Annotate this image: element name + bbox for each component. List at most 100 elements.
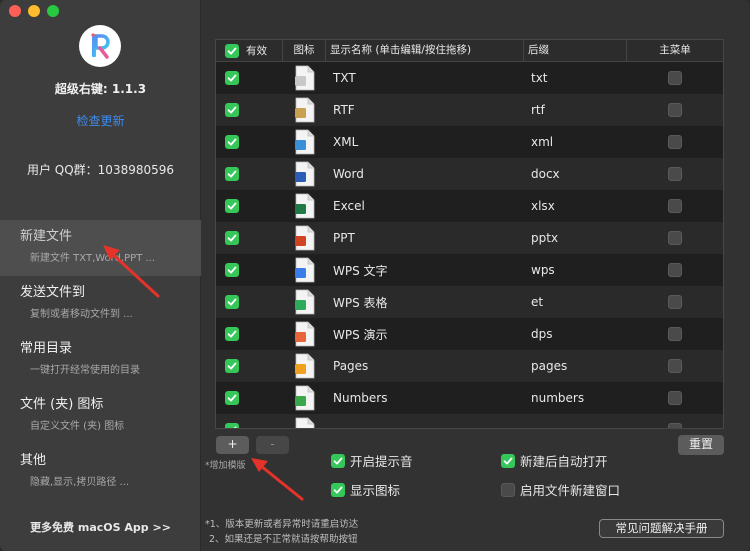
row-suffix[interactable]: xlsx [524,199,627,213]
table-row[interactable]: Word docx [216,158,723,190]
row-name[interactable]: WPS 文字 [326,262,524,279]
wps-sheet-icon [294,289,314,315]
row-main-menu-checkbox[interactable] [668,359,682,373]
table-row[interactable]: PPT pptx [216,222,723,254]
option-auto-open[interactable]: 新建后自动打开 [501,451,608,470]
sidebar-item-title: 常用目录 [20,341,73,356]
remove-button[interactable]: - [256,436,289,454]
table-row[interactable]: WPS 演示 dps [216,318,723,350]
minimize-button[interactable] [28,5,40,17]
option-new-window[interactable]: 启用文件新建窗口 [501,480,620,499]
row-main-menu-checkbox[interactable] [668,71,682,85]
row-enabled-checkbox[interactable] [225,135,239,149]
sidebar-item-folder-icon[interactable]: 文件 (夹) 图标 自定义文件 (夹) 图标 [0,388,201,444]
header-name[interactable]: 显示名称 (单击编辑/按住拖移) [326,40,524,61]
sidebar-item-title: 其他 [20,453,47,468]
option-sound[interactable]: 开启提示音 [331,451,413,470]
row-main-menu-checkbox[interactable] [668,135,682,149]
pages-icon [294,353,314,379]
table-row[interactable] [216,414,723,428]
row-name[interactable]: TXT [326,71,524,85]
row-enabled-checkbox[interactable] [225,391,239,405]
row-main-menu-checkbox[interactable] [668,103,682,117]
table-row[interactable]: Pages pages [216,350,723,382]
row-suffix[interactable]: dps [524,327,627,341]
row-enabled-checkbox[interactable] [225,71,239,85]
sidebar-item-subtitle: 隐藏,显示,拷贝路径 ... [30,477,130,488]
row-suffix[interactable]: wps [524,263,627,277]
row-enabled-checkbox[interactable] [225,231,239,245]
row-enabled-checkbox[interactable] [225,103,239,117]
sidebar-item-common-dirs[interactable]: 常用目录 一键打开经常使用的目录 [0,332,201,388]
sidebar-item-other[interactable]: 其他 隐藏,显示,拷贝路径 ... [0,444,201,500]
check-update-link[interactable]: 检查更新 [0,112,201,129]
zoom-button[interactable] [47,5,59,17]
row-suffix[interactable]: et [524,295,627,309]
row-main-menu-checkbox[interactable] [668,327,682,341]
sidebar-item-send-to[interactable]: 发送文件到 复制或者移动文件到 ... [0,276,201,332]
row-suffix[interactable]: docx [524,167,627,181]
row-name[interactable]: Pages [326,359,524,373]
row-name[interactable]: RTF [326,103,524,117]
more-apps-link[interactable]: 更多免费 macOS App >> [0,519,201,535]
new-window-checkbox[interactable] [501,482,515,497]
table-row[interactable]: Numbers numbers [216,382,723,414]
table-row[interactable]: RTF rtf [216,94,723,126]
faq-button[interactable]: 常见问题解决手册 [599,519,724,538]
header-main-menu[interactable]: 主菜单 [627,40,723,61]
row-main-menu-checkbox[interactable] [668,199,682,213]
option-show-icon[interactable]: 显示图标 [331,480,400,499]
row-main-menu-checkbox[interactable] [668,263,682,277]
row-enabled-checkbox[interactable] [225,167,239,181]
header-valid[interactable]: 有效 [246,43,267,58]
row-enabled-checkbox[interactable] [225,295,239,309]
row-main-menu-checkbox[interactable] [668,231,682,245]
row-suffix[interactable]: numbers [524,391,627,405]
app-logo-icon [91,33,110,59]
row-name[interactable]: PPT [326,231,524,245]
row-suffix[interactable]: rtf [524,103,627,117]
row-suffix[interactable]: xml [524,135,627,149]
add-button[interactable]: + [216,436,249,454]
reset-button[interactable]: 重置 [678,435,724,455]
row-main-menu-checkbox[interactable] [668,423,682,428]
row-name[interactable]: XML [326,135,524,149]
table-row[interactable]: WPS 表格 et [216,286,723,318]
note-line-1: *1、版本更新或者异常时请重启访达 [205,519,359,530]
row-enabled-checkbox[interactable] [225,423,239,428]
header-suffix[interactable]: 后缀 [524,40,627,61]
show-icon-checkbox[interactable] [331,482,345,497]
table-row[interactable]: TXT txt [216,62,723,94]
row-suffix[interactable]: txt [524,71,627,85]
close-button[interactable] [9,5,21,17]
row-name[interactable]: WPS 演示 [326,326,524,343]
file-template-table[interactable]: 有效 图标 显示名称 (单击编辑/按住拖移) 后缀 主菜单 TXT txt RTF r… [215,39,724,429]
row-enabled-checkbox[interactable] [225,359,239,373]
row-enabled-checkbox[interactable] [225,199,239,213]
row-main-menu-checkbox[interactable] [668,391,682,405]
table-row[interactable]: WPS 文字 wps [216,254,723,286]
row-suffix[interactable]: pages [524,359,627,373]
table-header: 有效 图标 显示名称 (单击编辑/按住拖移) 后缀 主菜单 [216,40,723,62]
rtf-file-icon [294,97,314,123]
sidebar-item-new-file[interactable]: 新建文件 新建文件 TXT,Word,PPT ... [0,220,201,276]
xml-file-icon [294,129,314,155]
row-main-menu-checkbox[interactable] [668,295,682,309]
select-all-checkbox[interactable] [225,43,239,58]
row-name[interactable]: Excel [326,199,524,213]
row-main-menu-checkbox[interactable] [668,167,682,181]
table-row[interactable]: Excel xlsx [216,190,723,222]
row-name[interactable]: Word [326,167,524,181]
row-enabled-checkbox[interactable] [225,327,239,341]
auto-open-checkbox[interactable] [501,453,515,468]
header-icon[interactable]: 图标 [283,40,326,61]
sound-checkbox[interactable] [331,453,345,468]
row-name[interactable]: WPS 表格 [326,294,524,311]
row-suffix[interactable]: pptx [524,231,627,245]
row-name[interactable]: Numbers [326,391,524,405]
row-enabled-checkbox[interactable] [225,263,239,277]
add-template-hint: *增加模版 [205,461,246,471]
table-row[interactable]: XML xml [216,126,723,158]
note-line-2: 2、如果还是不正常就请按帮助按钮 [209,534,358,545]
sidebar: 超级右键: 1.1.3 检查更新 用户 QQ群：1038980596 新建文件 … [0,0,201,551]
